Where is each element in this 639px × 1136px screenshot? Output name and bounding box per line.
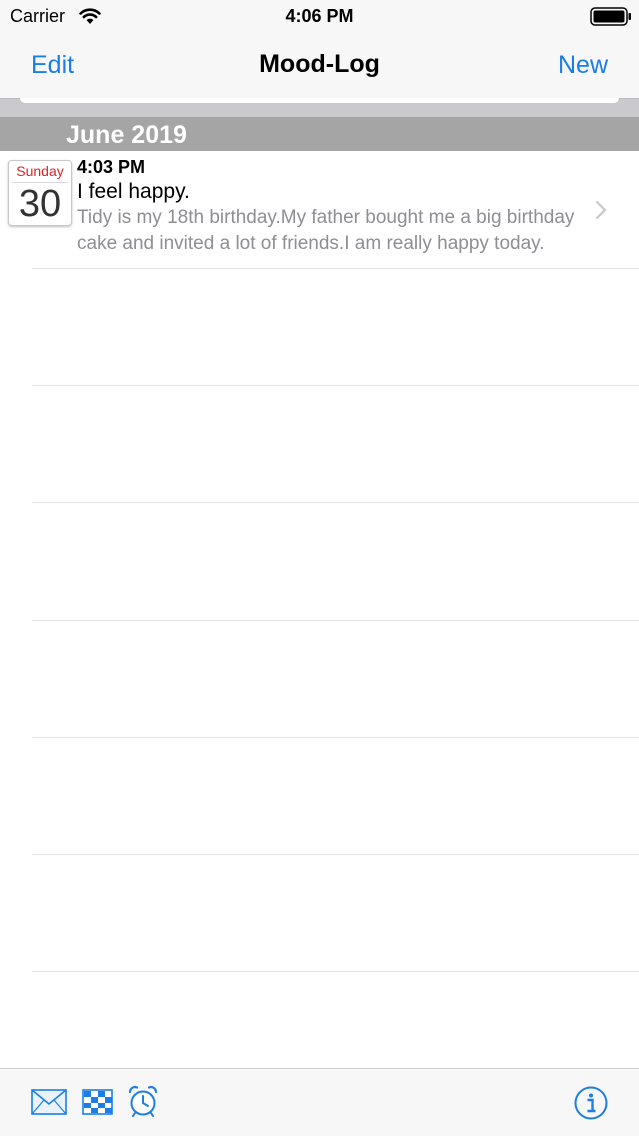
section-title: June 2019 xyxy=(66,121,187,149)
navigation-bar: Edit Mood-Log New xyxy=(0,34,639,98)
row-separator xyxy=(32,854,639,855)
status-time: 4:06 PM xyxy=(285,6,354,26)
calendar-icon: Sunday 30 xyxy=(8,160,72,226)
chevron-right-icon xyxy=(595,200,607,220)
chart-icon[interactable] xyxy=(82,1089,113,1115)
entry-time: 4:03 PM xyxy=(77,157,146,177)
search-input[interactable] xyxy=(20,98,619,103)
section-header: June 2019 xyxy=(0,117,639,151)
row-separator xyxy=(32,268,639,269)
entry-title: I feel happy. xyxy=(77,180,190,203)
row-separator xyxy=(32,502,639,503)
search-bar xyxy=(0,98,639,117)
new-entry-button[interactable]: New xyxy=(558,51,608,80)
row-separator xyxy=(32,620,639,621)
bottom-toolbar xyxy=(0,1068,639,1136)
row-separator xyxy=(32,737,639,738)
status-bar: Carrier 4:06 PM xyxy=(0,0,639,34)
entry-body: Tidy is my 18th birthday.My father bough… xyxy=(77,207,575,254)
page-title: Mood-Log xyxy=(259,50,380,78)
row-separator xyxy=(32,971,639,972)
mail-icon[interactable] xyxy=(31,1089,67,1115)
calendar-weekday: Sunday xyxy=(16,163,64,179)
row-separator xyxy=(32,385,639,386)
info-icon[interactable] xyxy=(574,1086,608,1120)
calendar-day: 30 xyxy=(18,183,62,225)
battery-icon xyxy=(590,7,631,26)
alarm-clock-icon[interactable] xyxy=(127,1085,159,1117)
list-item[interactable]: Sunday 30 4:03 PM I feel happy. Tidy is … xyxy=(0,151,639,268)
